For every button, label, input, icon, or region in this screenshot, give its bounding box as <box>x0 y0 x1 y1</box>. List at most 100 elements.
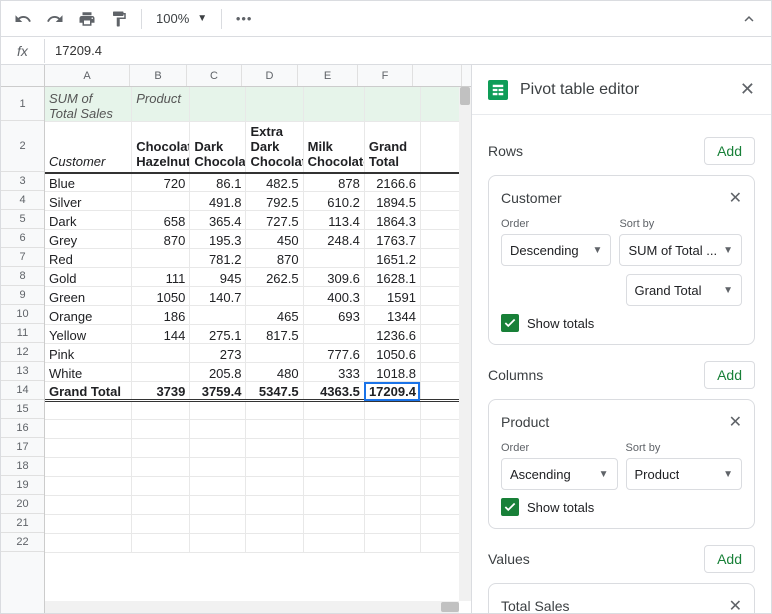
pivot-col-field[interactable]: Product <box>132 87 190 122</box>
row-header[interactable]: 8 <box>1 267 44 286</box>
cell[interactable] <box>364 87 420 122</box>
row-header[interactable]: 22 <box>1 533 44 552</box>
row-header[interactable]: 1 <box>1 87 44 121</box>
cell[interactable] <box>190 87 246 122</box>
sortby-dropdown[interactable]: Product▼ <box>626 458 743 490</box>
show-totals-checkbox[interactable] <box>501 498 519 516</box>
data-cell[interactable]: 111 <box>132 268 190 287</box>
row-total[interactable]: 1864.3 <box>364 211 420 230</box>
cell[interactable] <box>132 401 190 420</box>
data-cell[interactable]: 658 <box>132 211 190 230</box>
remove-icon[interactable]: ✕ <box>729 596 742 613</box>
data-cell[interactable]: 480 <box>246 363 303 382</box>
row-total[interactable]: 1894.5 <box>364 192 420 211</box>
data-cell[interactable] <box>132 363 190 382</box>
cell[interactable] <box>132 515 190 534</box>
show-totals-checkbox[interactable] <box>501 314 519 332</box>
row-total[interactable]: 1050.6 <box>364 344 420 363</box>
cell[interactable] <box>45 401 132 420</box>
row-header[interactable]: 3 <box>1 172 44 191</box>
row-header[interactable]: 2 <box>1 121 44 172</box>
data-cell[interactable]: 781.2 <box>190 249 246 268</box>
data-cell[interactable] <box>132 249 190 268</box>
horizontal-scrollbar[interactable] <box>45 601 459 613</box>
row-header[interactable]: 18 <box>1 457 44 476</box>
product-header[interactable]: DarkChocolate <box>190 122 246 173</box>
cell[interactable] <box>190 420 246 439</box>
customer-name[interactable]: Pink <box>45 344 132 363</box>
cell[interactable] <box>132 534 190 553</box>
cell[interactable] <box>45 477 132 496</box>
sortby-extra-dropdown[interactable]: Grand Total▼ <box>626 274 743 306</box>
row-header[interactable]: 9 <box>1 286 44 305</box>
pivot-measure-label[interactable]: SUM ofTotal Sales <box>45 87 132 122</box>
cell[interactable] <box>190 401 246 420</box>
data-cell[interactable]: 400.3 <box>303 287 364 306</box>
data-cell[interactable] <box>246 344 303 363</box>
cell[interactable] <box>303 477 364 496</box>
data-cell[interactable]: 870 <box>132 230 190 249</box>
sortby-dropdown[interactable]: SUM of Total ...▼ <box>619 234 742 266</box>
cell[interactable] <box>132 439 190 458</box>
row-total[interactable]: 1344 <box>364 306 420 325</box>
cell[interactable] <box>246 87 303 122</box>
print-button[interactable] <box>73 5 101 33</box>
data-cell[interactable]: 465 <box>246 306 303 325</box>
data-cell[interactable]: 275.1 <box>190 325 246 344</box>
customer-name[interactable]: Blue <box>45 173 132 192</box>
row-total[interactable]: 2166.6 <box>364 173 420 192</box>
cell[interactable] <box>364 439 420 458</box>
customer-name[interactable]: Red <box>45 249 132 268</box>
grand-total-header[interactable]: GrandTotal <box>364 122 420 173</box>
formula-input[interactable]: 17209.4 <box>45 43 112 58</box>
data-cell[interactable]: 140.7 <box>190 287 246 306</box>
col-total[interactable]: 5347.5 <box>246 382 303 401</box>
data-cell[interactable] <box>246 287 303 306</box>
row-header[interactable]: 17 <box>1 438 44 457</box>
row-total[interactable]: 1018.8 <box>364 363 420 382</box>
grand-total-cell[interactable]: 17209.4 <box>364 382 420 401</box>
data-cell[interactable]: 450 <box>246 230 303 249</box>
row-header[interactable]: 4 <box>1 191 44 210</box>
data-cell[interactable]: 262.5 <box>246 268 303 287</box>
undo-button[interactable] <box>9 5 37 33</box>
data-cell[interactable]: 273 <box>190 344 246 363</box>
data-cell[interactable]: 817.5 <box>246 325 303 344</box>
cell[interactable] <box>303 420 364 439</box>
row-header[interactable]: 10 <box>1 305 44 324</box>
cell[interactable] <box>364 534 420 553</box>
cell[interactable] <box>303 439 364 458</box>
remove-icon[interactable]: ✕ <box>729 188 742 208</box>
customer-name[interactable]: Yellow <box>45 325 132 344</box>
vertical-scrollbar[interactable] <box>459 87 471 601</box>
data-cell[interactable]: 693 <box>303 306 364 325</box>
collapse-button[interactable] <box>735 5 763 33</box>
data-cell[interactable]: 1050 <box>132 287 190 306</box>
data-cell[interactable]: 491.8 <box>190 192 246 211</box>
column-header[interactable]: E <box>298 65 358 86</box>
row-header[interactable]: 16 <box>1 419 44 438</box>
data-cell[interactable]: 777.6 <box>303 344 364 363</box>
col-total[interactable]: 3759.4 <box>190 382 246 401</box>
data-cell[interactable]: 144 <box>132 325 190 344</box>
cell[interactable] <box>246 496 303 515</box>
add-columns-button[interactable]: Add <box>704 361 755 389</box>
row-total[interactable]: 1763.7 <box>364 230 420 249</box>
cell[interactable] <box>246 534 303 553</box>
column-header[interactable]: C <box>187 65 242 86</box>
customer-name[interactable]: Green <box>45 287 132 306</box>
spreadsheet-grid[interactable]: ABCDEF 123456789101112131415161718192021… <box>1 65 471 613</box>
redo-button[interactable] <box>41 5 69 33</box>
data-cell[interactable]: 86.1 <box>190 173 246 192</box>
data-cell[interactable] <box>190 306 246 325</box>
cell[interactable] <box>45 458 132 477</box>
column-header[interactable]: B <box>130 65 187 86</box>
cell[interactable] <box>246 439 303 458</box>
zoom-dropdown[interactable]: 100%▼ <box>150 11 213 26</box>
customer-name[interactable]: Silver <box>45 192 132 211</box>
cell[interactable] <box>132 420 190 439</box>
data-cell[interactable]: 365.4 <box>190 211 246 230</box>
product-header[interactable]: MilkChocolate <box>303 122 364 173</box>
cell[interactable] <box>364 477 420 496</box>
customer-name[interactable]: Orange <box>45 306 132 325</box>
